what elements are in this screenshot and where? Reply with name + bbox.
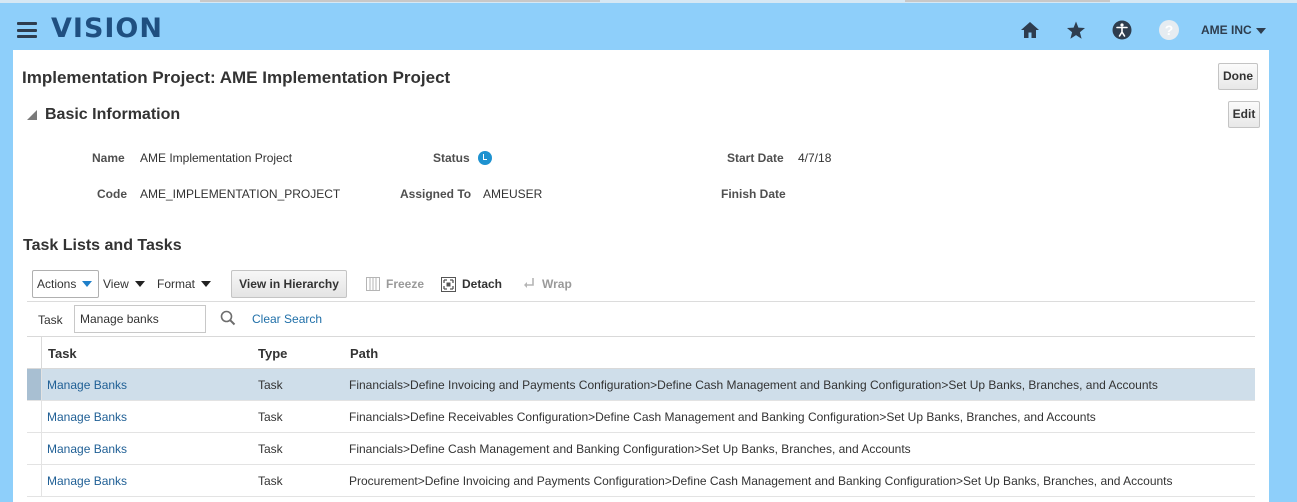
user-menu[interactable]: AME INC (1201, 23, 1266, 37)
wrap-label: Wrap (542, 277, 572, 291)
main-panel: Implementation Project: AME Implementati… (13, 50, 1269, 502)
table-row[interactable]: Manage Banks Task Financials>Define Invo… (27, 369, 1255, 401)
column-header-type[interactable]: Type (258, 346, 287, 361)
tasks-section-title: Task Lists and Tasks (23, 237, 182, 254)
freeze-icon (366, 277, 380, 291)
name-label: Name (92, 151, 125, 165)
path-cell: Financials>Define Invoicing and Payments… (349, 378, 1158, 392)
view-in-hierarchy-button[interactable]: View in Hierarchy (231, 270, 347, 298)
path-cell: Financials>Define Receivables Configurat… (349, 410, 1096, 424)
user-menu-label: AME INC (1201, 23, 1252, 37)
wrap-icon (522, 277, 536, 291)
finish-date-label: Finish Date (721, 187, 786, 201)
assigned-to-label: Assigned To (400, 187, 472, 201)
type-cell: Task (258, 474, 283, 488)
task-filter-label: Task (38, 313, 63, 327)
task-link[interactable]: Manage Banks (47, 378, 127, 392)
home-icon[interactable] (1018, 18, 1042, 42)
detach-icon (441, 276, 456, 292)
help-icon[interactable]: ? (1157, 18, 1181, 42)
page-title: Implementation Project: AME Implementati… (22, 68, 451, 87)
table-row[interactable]: Manage Banks Task Financials>Define Rece… (27, 401, 1255, 433)
freeze-label: Freeze (386, 277, 425, 291)
view-menu[interactable]: View (103, 270, 145, 298)
chevron-down-icon (201, 281, 212, 287)
edit-button[interactable]: Edit (1228, 101, 1260, 128)
task-link[interactable]: Manage Banks (47, 474, 127, 488)
task-link[interactable]: Manage Banks (47, 410, 127, 424)
actions-label: Actions (37, 277, 77, 291)
help-glyph: ? (1159, 20, 1179, 40)
section-title: Basic Information (45, 106, 181, 123)
type-cell: Task (258, 410, 283, 424)
detach-label: Detach (462, 277, 503, 291)
top-strip-segment (200, 0, 600, 2)
chevron-down-icon (134, 281, 145, 287)
status-clock-icon (478, 151, 492, 165)
freeze-button[interactable]: Freeze (366, 270, 424, 298)
table-toolbar: Actions View Format View in Hierarchy Fr… (27, 264, 1255, 302)
top-strip-segment (905, 0, 1110, 2)
type-cell: Task (258, 378, 283, 392)
wrap-button[interactable]: Wrap (522, 270, 572, 298)
table-header: Task Type Path (27, 336, 1255, 369)
column-header-path[interactable]: Path (350, 346, 378, 361)
accessibility-icon[interactable] (1110, 18, 1134, 42)
disclosure-triangle-icon[interactable] (27, 110, 37, 120)
task-link[interactable]: Manage Banks (47, 442, 127, 456)
row-header-column (27, 337, 42, 368)
clear-search-link[interactable]: Clear Search (252, 312, 322, 326)
row-selector[interactable] (27, 465, 42, 496)
type-cell: Task (258, 442, 283, 456)
name-value: AME Implementation Project (140, 151, 293, 165)
chevron-down-icon (82, 281, 93, 287)
row-selector[interactable] (27, 433, 42, 464)
start-date-label: Start Date (727, 151, 784, 165)
vision-logo[interactable]: VISION (51, 13, 163, 44)
actions-menu[interactable]: Actions (32, 270, 99, 298)
start-date-value: 4/7/18 (798, 151, 832, 165)
path-cell: Financials>Define Cash Management and Ba… (349, 442, 911, 456)
search-icon[interactable] (220, 310, 236, 331)
basic-information-header: Basic Information (27, 106, 180, 124)
global-header: VISION ? AME INC (0, 3, 1297, 53)
chevron-down-icon (1255, 27, 1266, 34)
code-label: Code (97, 187, 127, 201)
row-selector[interactable] (27, 401, 42, 432)
format-menu[interactable]: Format (157, 270, 212, 298)
assigned-to-value: AMEUSER (483, 187, 543, 201)
path-cell: Procurement>Define Invoicing and Payment… (349, 474, 1173, 488)
tasks-table: Task Type Path Manage Banks Task Financi… (27, 336, 1255, 497)
detach-button[interactable]: Detach (441, 270, 502, 298)
table-row[interactable]: Manage Banks Task Financials>Define Cash… (27, 433, 1255, 465)
favorites-star-icon[interactable] (1064, 18, 1088, 42)
code-value: AME_IMPLEMENTATION_PROJECT (140, 187, 341, 201)
task-filter-input[interactable] (74, 305, 206, 333)
column-header-task[interactable]: Task (48, 346, 77, 361)
row-selector[interactable] (27, 369, 42, 400)
status-label: Status (433, 151, 470, 165)
format-label: Format (157, 277, 196, 291)
done-button[interactable]: Done (1218, 63, 1258, 90)
hamburger-menu-icon[interactable] (17, 22, 37, 38)
view-label: View (103, 277, 129, 291)
table-row[interactable]: Manage Banks Task Procurement>Define Inv… (27, 465, 1255, 497)
